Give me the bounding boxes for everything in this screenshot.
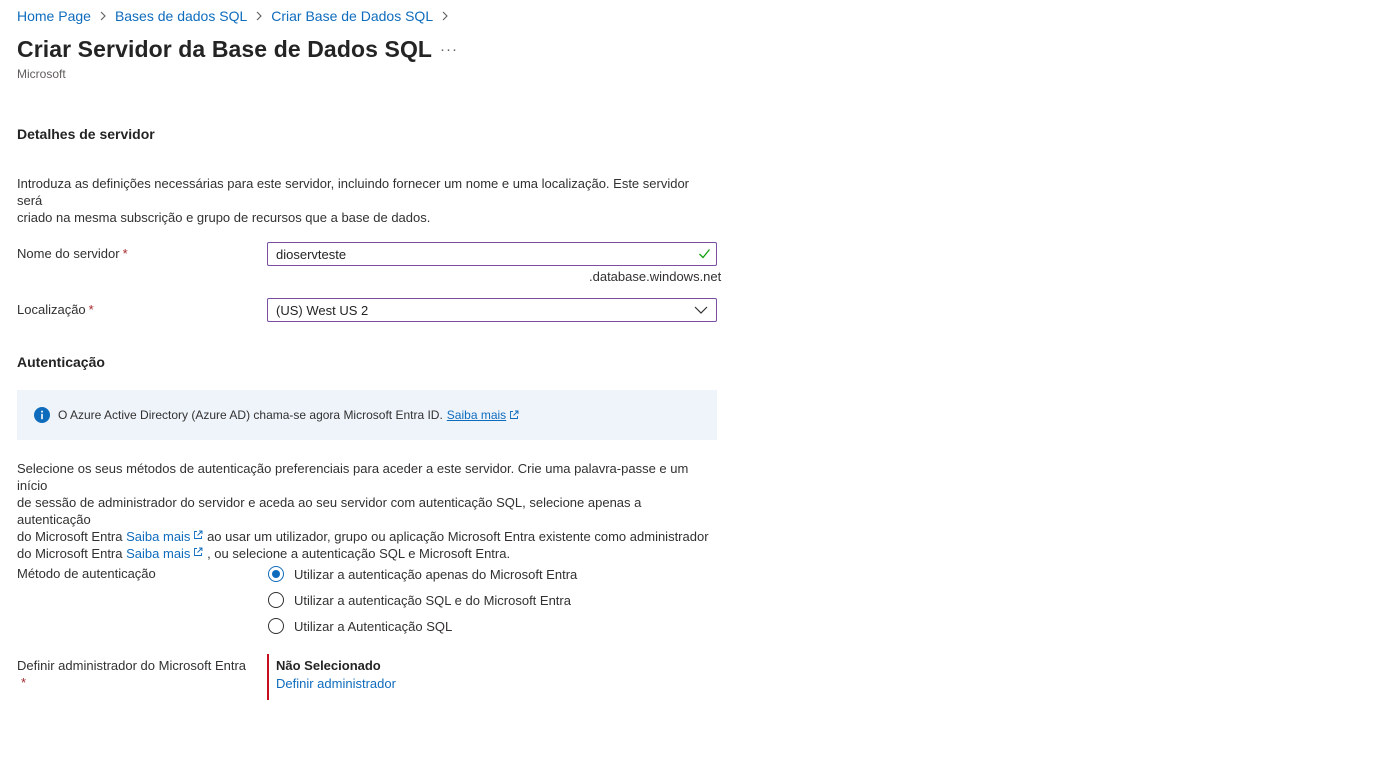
description-text: do Microsoft Entra [17, 546, 123, 561]
authentication-description: Selecione os seus métodos de autenticaçã… [17, 460, 717, 562]
entra-admin-label-text: Definir administrador do Microsoft Entra [17, 658, 247, 673]
page-title: Criar Servidor da Base de Dados SQL [17, 36, 433, 62]
entra-admin-field: Não Selecionado Definir administrador [267, 654, 396, 700]
location-label: Localização * [17, 302, 94, 317]
required-marker: * [122, 246, 128, 261]
breadcrumb-sql-databases[interactable]: Bases de dados SQL [115, 8, 247, 24]
info-icon [34, 407, 50, 423]
location-label-text: Localização [17, 302, 86, 317]
radio-label: Utilizar a Autenticação SQL [294, 618, 453, 634]
learn-more-link[interactable]: Saiba mais [126, 546, 190, 561]
chevron-right-icon [100, 11, 106, 21]
external-link-icon [510, 410, 519, 419]
authentication-heading: Autenticação [17, 354, 105, 370]
info-learn-more-link[interactable]: Saiba mais [447, 408, 506, 422]
checkmark-icon [699, 249, 711, 259]
breadcrumb-home[interactable]: Home Page [17, 8, 91, 24]
radio-label: Utilizar a autenticação SQL e do Microso… [294, 592, 571, 608]
admin-status: Não Selecionado [276, 658, 381, 673]
auth-method-label: Método de autenticação [17, 566, 156, 581]
radio-button-selected[interactable] [268, 566, 284, 582]
external-link-icon [194, 547, 203, 556]
server-name-input[interactable] [276, 246, 676, 262]
server-domain-suffix: .database.windows.net [589, 269, 722, 284]
description-line: criado na mesma subscrição e grupo de re… [17, 210, 431, 225]
radio-button[interactable] [268, 592, 284, 608]
description-line: do Microsoft Entra Saiba mais ao usar um… [17, 528, 717, 545]
radio-option-entra-only[interactable]: Utilizar a autenticação apenas do Micros… [268, 561, 577, 587]
info-banner-text: O Azure Active Directory (Azure AD) cham… [58, 408, 443, 422]
external-link-icon [194, 530, 203, 539]
chevron-right-icon [442, 11, 448, 21]
required-marker: * [88, 302, 94, 317]
description-text: do Microsoft Entra [17, 529, 123, 544]
entra-admin-label: Definir administrador do Microsoft Entra… [17, 658, 246, 690]
radio-button[interactable] [268, 618, 284, 634]
radio-label: Utilizar a autenticação apenas do Micros… [294, 566, 578, 582]
learn-more-link[interactable]: Saiba mais [126, 529, 190, 544]
chevron-down-icon [694, 306, 708, 314]
chevron-right-icon [256, 11, 263, 21]
server-name-label: Nome do servidor * [17, 246, 128, 261]
radio-option-sql-and-entra[interactable]: Utilizar a autenticação SQL e do Microso… [268, 587, 577, 613]
set-admin-link[interactable]: Definir administrador [276, 676, 396, 691]
publisher-label: Microsoft [17, 67, 66, 81]
breadcrumb-create-sql-database[interactable]: Criar Base de Dados SQL [271, 8, 433, 24]
required-marker: * [21, 675, 27, 690]
description-text: ao usar um utilizador, grupo ou aplicaçã… [207, 529, 709, 544]
radio-option-sql-only[interactable]: Utilizar a Autenticação SQL [268, 613, 577, 639]
server-details-description: Introduza as definições necessárias para… [17, 175, 717, 226]
description-line: de sessão de administrador do servidor e… [17, 495, 642, 527]
location-selected-value: (US) West US 2 [276, 302, 369, 318]
location-dropdown[interactable]: (US) West US 2 [267, 298, 717, 322]
breadcrumb: Home Page Bases de dados SQL Criar Base … [17, 8, 457, 24]
radio-dot [272, 570, 280, 578]
description-text: , ou selecione a autenticação SQL e Micr… [207, 546, 511, 561]
description-line: do Microsoft Entra Saiba mais , ou selec… [17, 545, 717, 562]
description-line: Selecione os seus métodos de autenticaçã… [17, 461, 689, 493]
server-name-field[interactable] [267, 242, 717, 266]
server-details-heading: Detalhes de servidor [17, 126, 155, 142]
description-line: Introduza as definições necessárias para… [17, 176, 690, 208]
server-name-label-text: Nome do servidor [17, 246, 120, 261]
more-options-button[interactable]: ··· [440, 41, 458, 58]
info-banner: O Azure Active Directory (Azure AD) cham… [17, 390, 717, 440]
auth-method-radio-group: Utilizar a autenticação apenas do Micros… [268, 561, 577, 639]
